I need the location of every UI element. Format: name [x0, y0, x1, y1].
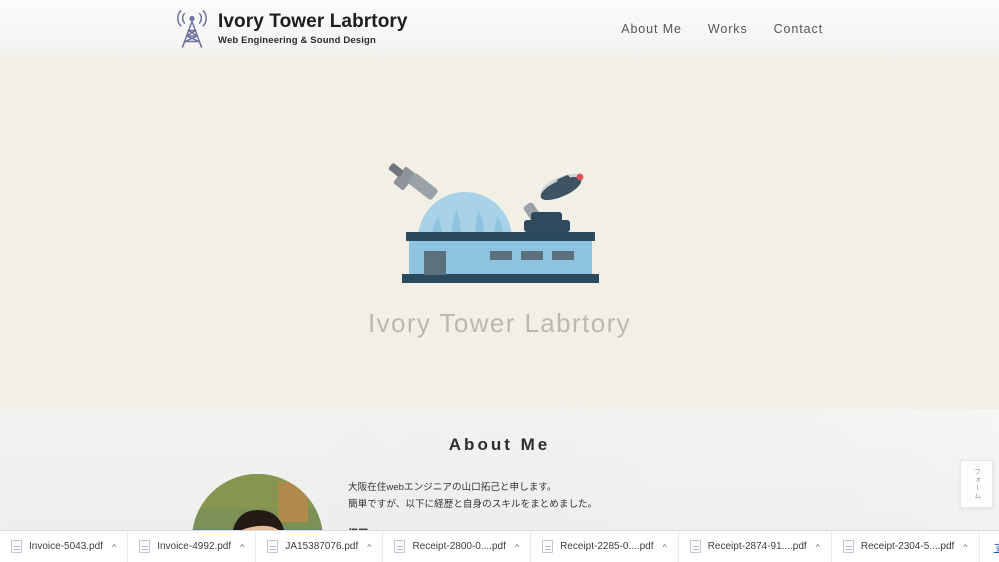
pdf-file-icon: [689, 540, 701, 553]
download-item[interactable]: Receipt-2304-5....pdf ^: [832, 531, 980, 562]
main-navigation: About Me Works Contact: [621, 22, 823, 36]
hero-section: Ivory Tower Labrtory: [0, 57, 999, 409]
chevron-up-icon[interactable]: ^: [112, 542, 116, 551]
chevron-up-icon[interactable]: ^: [963, 542, 967, 551]
chevron-up-icon[interactable]: ^: [662, 542, 666, 551]
observatory-building: [401, 232, 599, 283]
download-item[interactable]: Invoice-5043.pdf ^: [0, 531, 129, 562]
about-intro-line-2: 簡単ですが、以下に経歴と自身のスキルをまとめました。: [348, 498, 598, 510]
pdf-file-icon: [542, 540, 554, 553]
download-item[interactable]: Receipt-2285-0....pdf ^: [531, 531, 679, 562]
download-item[interactable]: Receipt-2874-91....pdf ^: [679, 531, 832, 562]
pdf-file-icon: [267, 540, 279, 553]
chevron-up-icon[interactable]: ^: [515, 542, 519, 551]
about-title: About Me: [448, 435, 551, 454]
download-item-name: Invoice-5043.pdf: [29, 541, 103, 552]
download-item[interactable]: Receipt-2800-0....pdf ^: [383, 531, 532, 562]
brand-text-block: Ivory Tower Labrtory Web Engineering & S…: [218, 11, 408, 46]
floating-form-widget-label: フォーム: [973, 468, 981, 500]
download-item-name: Receipt-2874-91....pdf: [707, 541, 807, 552]
download-item-name: Receipt-2285-0....pdf: [560, 541, 654, 552]
about-text-block: 大阪在住webエンジニアの山口拓己と申します。 簡単ですが、以下に経歴と自身のス…: [348, 474, 746, 530]
pdf-file-icon: [139, 540, 151, 553]
floating-form-widget[interactable]: フォーム: [960, 460, 993, 508]
show-all-downloads-link[interactable]: すべて表示: [980, 531, 999, 562]
hero-title: Ivory Tower Labrtory: [367, 308, 632, 338]
pdf-file-icon: [11, 540, 22, 553]
telescope-icon: [388, 163, 438, 200]
about-intro-line-1: 大阪在住webエンジニアの山口拓己と申します。: [348, 482, 557, 493]
nav-item-contact[interactable]: Contact: [774, 22, 823, 36]
site-header: Ivory Tower Labrtory Web Engineering & S…: [0, 0, 999, 57]
web-page-viewport: Ivory Tower Labrtory Web Engineering & S…: [0, 0, 999, 530]
pdf-file-icon: [842, 540, 854, 553]
avatar: [192, 474, 323, 530]
brand-logo-block[interactable]: Ivory Tower Labrtory Web Engineering & S…: [172, 7, 408, 51]
download-item[interactable]: Invoice-4992.pdf ^: [128, 531, 257, 562]
brand-subtitle: Web Engineering & Sound Design: [218, 34, 376, 46]
radio-tower-icon: [177, 9, 207, 48]
nav-item-about-me[interactable]: About Me: [621, 22, 682, 36]
chevron-up-icon[interactable]: ^: [816, 542, 820, 551]
observatory-illustration: [388, 163, 599, 283]
pdf-file-icon: [394, 540, 406, 553]
download-shelf: Invoice-5043.pdf ^ Invoice-4992.pdf ^ JA…: [0, 530, 999, 562]
chevron-up-icon[interactable]: ^: [367, 542, 371, 551]
chevron-up-icon[interactable]: ^: [240, 542, 244, 551]
nav-item-works[interactable]: Works: [708, 22, 748, 36]
about-body: 大阪在住webエンジニアの山口拓己と申します。 簡単ですが、以下に経歴と自身のス…: [0, 474, 999, 530]
download-item-name: Receipt-2800-0....pdf: [412, 541, 506, 552]
about-section: About Me 大阪在住webエンジニアの山口拓己と申します。 簡単ですが、以…: [0, 409, 999, 530]
download-item-name: Invoice-4992.pdf: [157, 541, 232, 552]
download-item-name: JA15387076.pdf: [285, 541, 359, 552]
satellite-dish-icon: [523, 173, 583, 232]
download-item-name: Receipt-2304-5....pdf: [860, 541, 955, 552]
download-item[interactable]: JA15387076.pdf ^: [256, 531, 384, 562]
brand-title: Ivory Tower Labrtory: [218, 11, 408, 33]
observatory-dome: [417, 192, 512, 239]
